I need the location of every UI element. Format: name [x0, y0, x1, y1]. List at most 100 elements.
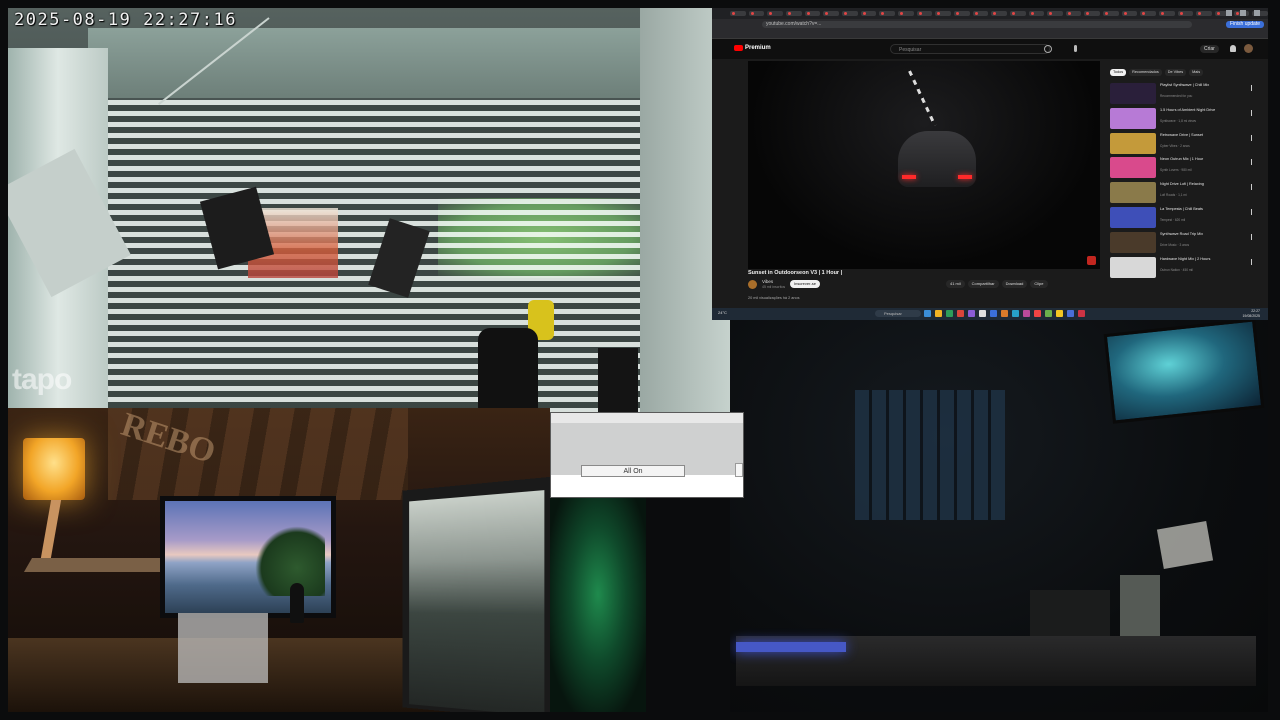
clip-button[interactable]: Clipe — [1030, 280, 1048, 288]
more-options-icon[interactable] — [1250, 134, 1252, 141]
browser-tab[interactable] — [953, 11, 970, 16]
taskbar-app-icon[interactable] — [924, 310, 931, 317]
browser-tab[interactable] — [1196, 11, 1213, 16]
more-options-icon[interactable] — [1250, 258, 1252, 265]
browser-tab[interactable] — [1121, 11, 1138, 16]
browser-tab[interactable] — [785, 11, 802, 16]
browser-tab[interactable] — [841, 11, 858, 16]
youtube-logo[interactable]: Premium — [734, 45, 771, 51]
taskbar-app-icon[interactable] — [979, 310, 986, 317]
minimize-icon[interactable] — [1226, 10, 1232, 16]
recommendation-item[interactable]: Synthwave Road Trip Mix Drive Music · 3 a… — [1110, 231, 1260, 255]
recommendation-title[interactable]: Neon Outrun Mix | 1 Hour — [1160, 157, 1242, 162]
taskbar-app-icon[interactable] — [1012, 310, 1019, 317]
taskbar-app-icon[interactable] — [946, 310, 953, 317]
browser-tab[interactable] — [879, 11, 895, 16]
like-button[interactable]: 41 mil — [946, 280, 965, 288]
recommendation-thumbnail[interactable] — [1110, 157, 1156, 179]
scrollbar[interactable] — [735, 463, 743, 477]
chip-all[interactable]: Todos — [1110, 69, 1127, 76]
recommendation-item[interactable]: Hardwave Night Mix | 2 Hours Outrun Natio… — [1110, 256, 1260, 280]
recommendation-item[interactable]: Playlist Synthwave | Chill Mix Recommende… — [1110, 82, 1260, 106]
search-icon[interactable] — [1044, 45, 1052, 53]
recommendation-thumbnail[interactable] — [1110, 231, 1156, 253]
recommendation-thumbnail[interactable] — [1110, 182, 1156, 204]
browser-tab[interactable] — [1140, 11, 1157, 16]
share-button[interactable]: Compartilhar — [967, 280, 999, 288]
search-input[interactable]: Pesquisar — [890, 44, 1050, 54]
browser-tab[interactable] — [916, 11, 933, 16]
avatar[interactable] — [1244, 44, 1253, 53]
recommendation-title[interactable]: La Tempesta | Chill Beats — [1160, 207, 1242, 212]
taskbar-app-icon[interactable] — [1045, 310, 1052, 317]
more-options-icon[interactable] — [1250, 233, 1252, 240]
browser-tab[interactable] — [935, 11, 951, 16]
recommendation-title[interactable]: Hardwave Night Mix | 2 Hours — [1160, 257, 1242, 262]
channel-name[interactable]: Vibes — [762, 279, 773, 284]
browser-tab[interactable] — [804, 11, 821, 16]
browser-tab[interactable] — [730, 11, 746, 16]
browser-tab[interactable] — [1159, 11, 1175, 16]
browser-tab[interactable] — [823, 11, 839, 16]
taskbar-search[interactable]: Pesquisar — [875, 310, 921, 317]
recommendation-item[interactable]: 1.5 Hours of Ambient Night Drive Synthwav… — [1110, 107, 1260, 131]
recommendation-item[interactable]: Neon Outrun Mix | 1 Hour Synth Lovers · 9… — [1110, 156, 1260, 180]
url-field[interactable]: youtube.com/watch?v=... — [762, 21, 1192, 28]
browser-tab[interactable] — [972, 11, 989, 16]
taskbar-app-icon[interactable] — [1067, 310, 1074, 317]
channel-avatar[interactable] — [748, 280, 757, 289]
browser-tab[interactable] — [767, 11, 783, 16]
taskbar-app-icon[interactable] — [990, 310, 997, 317]
download-button[interactable]: Download — [1001, 280, 1028, 288]
taskbar-app-icon[interactable] — [1056, 310, 1063, 317]
chip-more[interactable]: Mais — [1189, 69, 1204, 76]
video-player[interactable] — [748, 61, 1100, 269]
player-badge-icon[interactable] — [1087, 256, 1096, 265]
browser-tab[interactable] — [1009, 11, 1026, 16]
taskbar-app-icon[interactable] — [957, 310, 964, 317]
create-button[interactable]: Criar — [1200, 45, 1219, 53]
recommendation-thumbnail[interactable] — [1110, 83, 1156, 104]
bell-icon[interactable] — [1230, 45, 1236, 52]
taskbar-app-icon[interactable] — [1078, 310, 1085, 317]
video-description[interactable]: 20 mil visualizações há 2 anos — [748, 296, 800, 300]
recommendation-thumbnail[interactable] — [1110, 256, 1156, 278]
more-options-icon[interactable] — [1250, 184, 1252, 191]
browser-tab[interactable] — [897, 11, 914, 16]
taskbar-app-icon[interactable] — [1034, 310, 1041, 317]
taskbar-app-icon[interactable] — [1023, 310, 1030, 317]
recommendation-title[interactable]: Retrowave Drive | Sunset — [1160, 133, 1242, 138]
recommendation-title[interactable]: Playlist Synthwave | Chill Mix — [1160, 83, 1242, 88]
recommendation-item[interactable]: Retrowave Drive | Sunset Cyber Vibes · 2 … — [1110, 132, 1260, 156]
more-options-icon[interactable] — [1250, 208, 1252, 215]
more-options-icon[interactable] — [1250, 159, 1252, 166]
browser-tab[interactable] — [1047, 11, 1063, 16]
recommendation-title[interactable]: Synthwave Road Trip Mix — [1160, 232, 1242, 237]
taskbar-app-icon[interactable] — [935, 310, 942, 317]
browser-tab[interactable] — [860, 11, 877, 16]
maximize-icon[interactable] — [1240, 10, 1246, 16]
recommendation-title[interactable]: Night Drive Lofi | Relaxing — [1160, 182, 1242, 187]
browser-tab[interactable] — [1084, 11, 1101, 16]
taskbar-weather[interactable]: 24°C — [718, 310, 727, 315]
update-button[interactable]: Finish update — [1225, 21, 1264, 28]
browser-tab[interactable] — [1103, 11, 1119, 16]
recommendation-thumbnail[interactable] — [1110, 107, 1156, 129]
subscribe-button[interactable]: Inscrever-se — [790, 280, 821, 288]
taskbar-app-icon[interactable] — [1001, 310, 1008, 317]
chip-channel[interactable]: De Vibes — [1164, 69, 1187, 76]
recommendation-thumbnail[interactable] — [1110, 132, 1156, 154]
recommendation-title[interactable]: 1.5 Hours of Ambient Night Drive — [1160, 108, 1242, 113]
recommendation-item[interactable]: Night Drive Lofi | Relaxing Lofi Roads · … — [1110, 181, 1260, 205]
browser-tab[interactable] — [991, 11, 1007, 16]
more-options-icon[interactable] — [1250, 85, 1252, 91]
browser-tab[interactable] — [748, 11, 765, 16]
taskbar-app-icon[interactable] — [968, 310, 975, 317]
recommendation-item[interactable]: La Tempesta | Chill Beats Tempest · 620 m… — [1110, 206, 1260, 230]
more-options-icon[interactable] — [1250, 109, 1252, 116]
close-icon[interactable] — [1254, 10, 1260, 16]
microphone-icon[interactable] — [1074, 45, 1077, 52]
browser-tab[interactable] — [1028, 11, 1045, 16]
browser-tab[interactable] — [1177, 11, 1194, 16]
recommendation-thumbnail[interactable] — [1110, 206, 1156, 228]
